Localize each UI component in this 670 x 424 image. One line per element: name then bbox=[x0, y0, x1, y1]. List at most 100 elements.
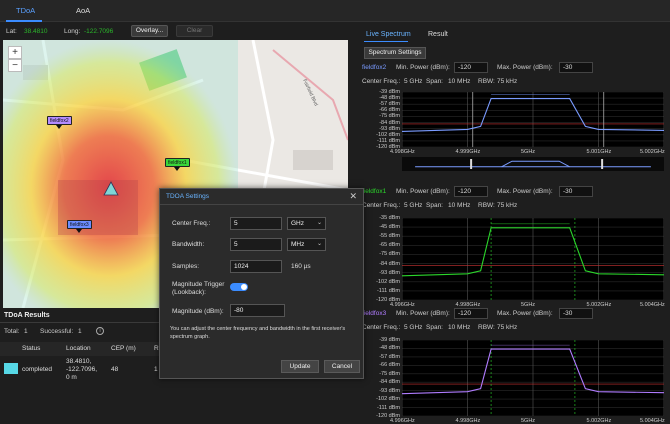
y-tick-label: -45 dBm bbox=[379, 224, 400, 231]
x-tick-label: 4.996GHz bbox=[390, 302, 415, 308]
spectrum-plot[interactable] bbox=[402, 92, 664, 147]
marker-fieldfox3[interactable]: fieldfox3 bbox=[67, 220, 92, 233]
rbw-value: 75 kHz bbox=[497, 202, 518, 209]
min-power-input[interactable]: -120 bbox=[454, 186, 488, 197]
marker-fieldfox1[interactable]: fieldfox1 bbox=[165, 158, 190, 171]
max-power-input[interactable]: -30 bbox=[559, 62, 593, 73]
rbw-value: 75 kHz bbox=[497, 324, 518, 331]
status-color-swatch bbox=[4, 363, 18, 374]
y-tick-label: -75 dBm bbox=[379, 251, 400, 258]
overlay-button[interactable]: Overlay... bbox=[131, 25, 168, 37]
total-value: 1 bbox=[24, 328, 28, 335]
dialog-divider bbox=[160, 204, 363, 205]
x-tick-label: 5.001GHz bbox=[586, 149, 612, 155]
tdoa-settings-dialog: TDOA Settings ✕ Center Freq.: 5 GHz ⌄ Ba… bbox=[159, 188, 364, 379]
center-freq-unit-select[interactable]: GHz ⌄ bbox=[287, 217, 326, 230]
rbw-label: RBW: bbox=[478, 78, 495, 85]
center-freq-label: Center Freq.: bbox=[362, 324, 401, 331]
update-button[interactable]: Update bbox=[281, 360, 319, 373]
cancel-button[interactable]: Cancel bbox=[324, 360, 360, 373]
lat-value: 38.4810 bbox=[24, 28, 48, 35]
bandwidth-unit-select[interactable]: MHz ⌄ bbox=[287, 238, 326, 251]
center-freq-value: 5 GHz bbox=[404, 324, 423, 331]
spectrum-plot[interactable] bbox=[402, 340, 664, 416]
device-name: fieldfox3 bbox=[362, 310, 387, 317]
y-tick-label: -93 dBm bbox=[379, 269, 400, 276]
min-power-input[interactable]: -120 bbox=[454, 308, 488, 319]
col-status[interactable]: Status bbox=[22, 345, 40, 352]
zoom-in-button[interactable]: + bbox=[8, 46, 22, 59]
tab-aoa[interactable]: AoA bbox=[76, 6, 90, 15]
zoom-out-button[interactable]: − bbox=[8, 59, 22, 72]
col-location[interactable]: Location bbox=[66, 345, 91, 352]
magnitude-trigger-toggle[interactable] bbox=[230, 283, 248, 291]
y-tick-label: -66 dBm bbox=[379, 362, 400, 369]
y-tick-label: -57 dBm bbox=[379, 353, 400, 360]
y-tick-label: -75 dBm bbox=[379, 370, 400, 377]
center-freq-label: Center Freq.: bbox=[362, 202, 401, 209]
y-tick-label: -93 dBm bbox=[379, 387, 400, 394]
row-location-alt: 0 m bbox=[66, 374, 77, 381]
spectrum-settings-button[interactable]: Spectrum Settings bbox=[364, 47, 426, 59]
y-tick-label: -102 dBm bbox=[376, 278, 400, 285]
x-tick-label: 5.002GHz bbox=[640, 149, 665, 155]
map-toolbar: Lat: 38.4810 Long: -122.7096 Overlay... … bbox=[0, 22, 348, 40]
y-tick-label: -84 dBm bbox=[379, 379, 400, 386]
toggle-knob bbox=[241, 284, 247, 290]
y-tick-label: -65 dBm bbox=[379, 242, 400, 249]
col-cep[interactable]: CEP (m) bbox=[111, 345, 136, 352]
y-tick-label: -57 dBm bbox=[379, 101, 400, 108]
min-power-input[interactable]: -120 bbox=[454, 62, 488, 73]
min-power-label: Min. Power (dBm): bbox=[396, 188, 450, 195]
rbw-label: RBW: bbox=[478, 324, 495, 331]
right-tab-indicator bbox=[364, 41, 408, 42]
span-overview-bar[interactable] bbox=[402, 157, 664, 171]
tab-result[interactable]: Result bbox=[428, 31, 448, 38]
center-freq-input[interactable]: 5 bbox=[230, 217, 282, 230]
total-label: Total: bbox=[4, 328, 20, 335]
x-tick-label: 4.998GHz bbox=[390, 149, 415, 155]
dialog-title: TDOA Settings bbox=[166, 193, 209, 200]
span-label: Span: bbox=[426, 202, 443, 209]
center-freq-value: 5 GHz bbox=[404, 202, 423, 209]
spectrum-plot[interactable] bbox=[402, 218, 664, 300]
max-power-label: Max. Power (dBm): bbox=[497, 188, 553, 195]
x-tick-label: 4.998GHz bbox=[455, 418, 481, 424]
y-tick-label: -102 dBm bbox=[376, 396, 400, 403]
info-icon[interactable]: i bbox=[96, 327, 104, 335]
min-power-label: Min. Power (dBm): bbox=[396, 310, 450, 317]
max-power-input[interactable]: -30 bbox=[559, 308, 593, 319]
samples-duration: 160 µs bbox=[291, 263, 311, 270]
y-tick-label: -111 dBm bbox=[376, 404, 400, 411]
x-tick-label: 5GHz bbox=[521, 149, 536, 155]
y-tick-label: -102 dBm bbox=[376, 131, 400, 138]
marker-fieldfox2[interactable]: fieldfox2 bbox=[47, 116, 72, 129]
col-r[interactable]: R bbox=[154, 345, 159, 352]
min-power-label: Min. Power (dBm): bbox=[396, 64, 450, 71]
clear-button[interactable]: Clear bbox=[176, 25, 213, 37]
max-power-input[interactable]: -30 bbox=[559, 186, 593, 197]
close-icon[interactable]: ✕ bbox=[349, 191, 357, 202]
long-label: Long: bbox=[64, 28, 81, 35]
dialog-note: You can adjust the center frequency and … bbox=[170, 326, 346, 340]
samples-input[interactable]: 1024 bbox=[230, 260, 282, 273]
magnitude-input[interactable]: -80 bbox=[230, 304, 285, 317]
center-freq-label: Center Freq.: bbox=[362, 78, 401, 85]
bandwidth-input[interactable]: 5 bbox=[230, 238, 282, 251]
tab-tdoa[interactable]: TDoA bbox=[16, 6, 35, 15]
row-r: 1 bbox=[154, 366, 158, 373]
x-tick-label: 5GHz bbox=[521, 302, 536, 308]
tab-live-spectrum[interactable]: Live Spectrum bbox=[366, 31, 411, 38]
span-label: Span: bbox=[426, 324, 443, 331]
chevron-down-icon: ⌄ bbox=[316, 241, 322, 247]
y-tick-label: -84 dBm bbox=[379, 260, 400, 267]
x-tick-label: 4.999GHz bbox=[455, 149, 481, 155]
span-value: 10 MHz bbox=[448, 78, 471, 85]
y-tick-label: -84 dBm bbox=[379, 119, 400, 126]
y-tick-label: -66 dBm bbox=[379, 107, 400, 114]
successful-label: Successful: bbox=[40, 328, 74, 335]
magnitude-label: Magnitude (dBm): bbox=[172, 308, 224, 315]
successful-value: 1 bbox=[78, 328, 82, 335]
span-value: 10 MHz bbox=[448, 324, 471, 331]
chevron-down-icon: ⌄ bbox=[316, 220, 322, 226]
